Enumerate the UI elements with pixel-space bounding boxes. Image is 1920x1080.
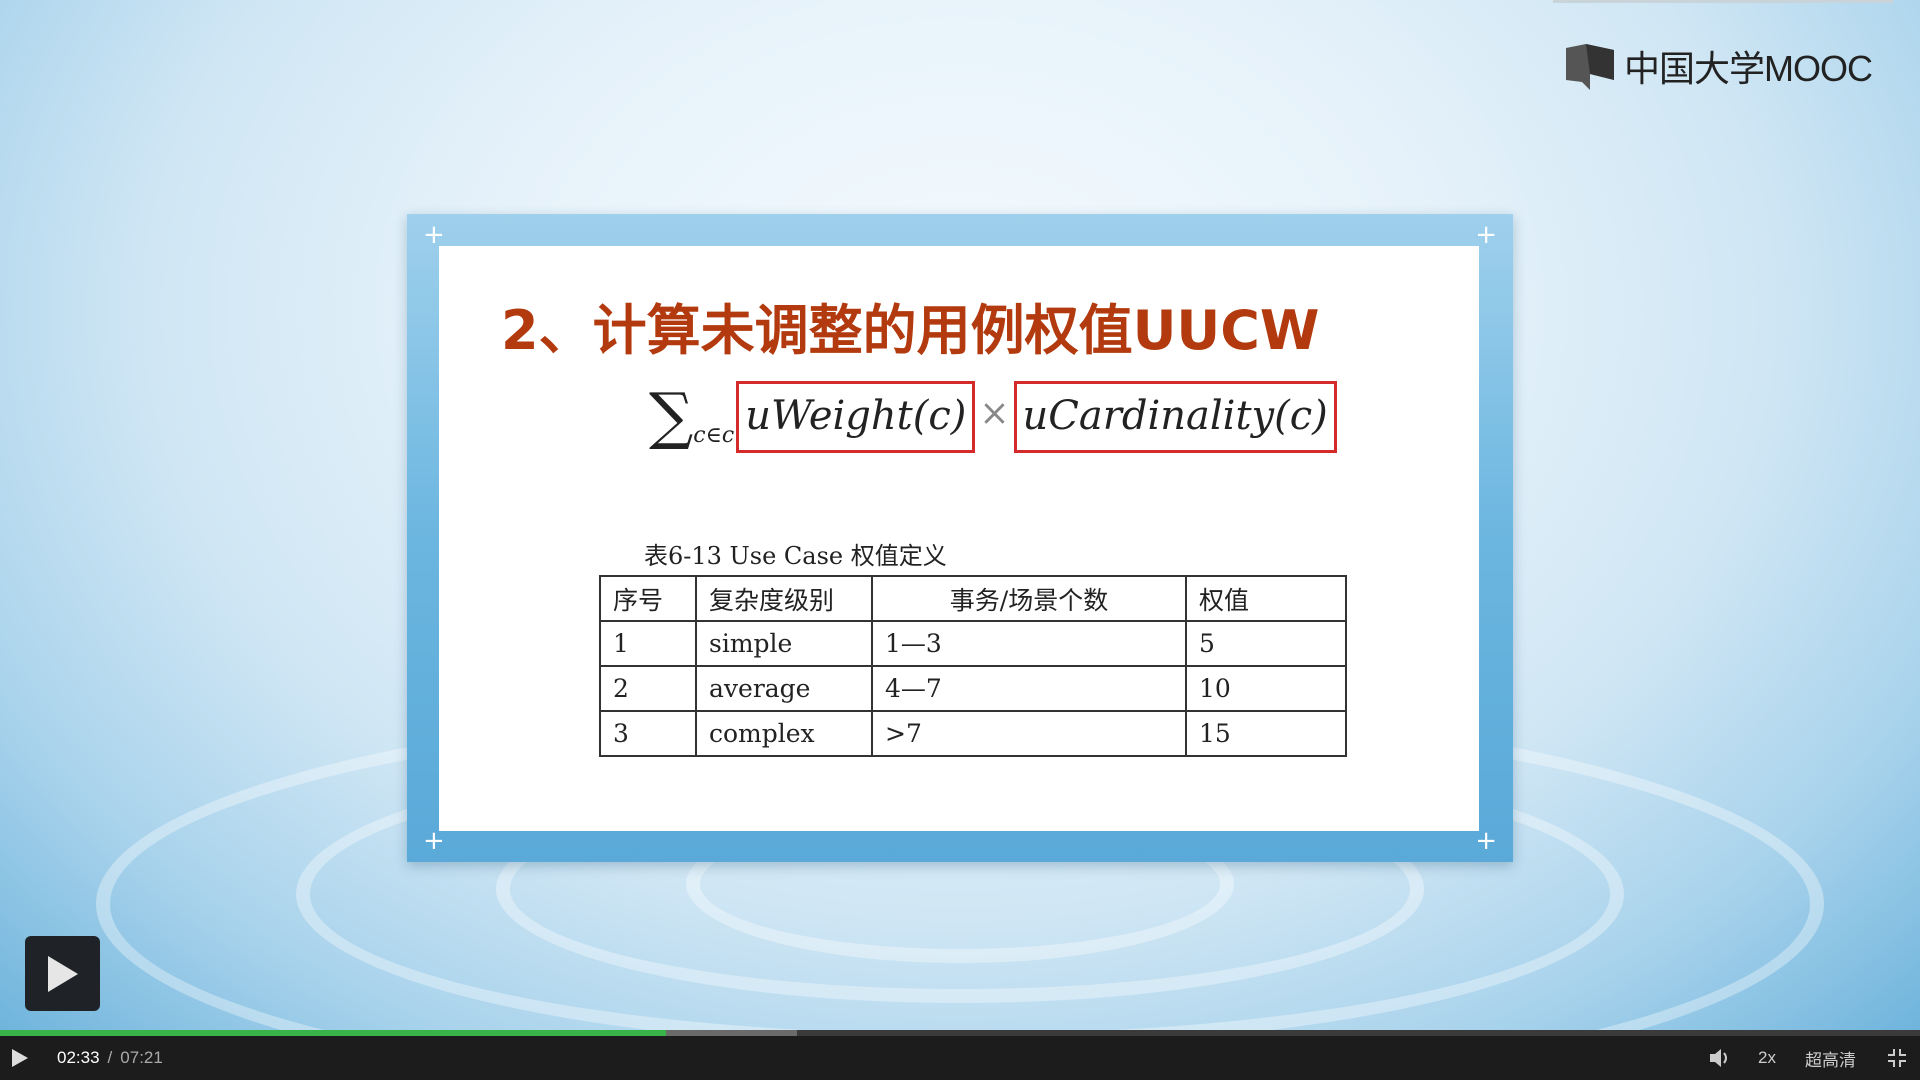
quality-label: 超高清	[1805, 1050, 1856, 1070]
top-strip	[1553, 0, 1893, 3]
header-cell: 事务/场景个数	[871, 575, 1187, 622]
play-button[interactable]	[10, 1036, 30, 1080]
sum-symbol: ∑	[649, 379, 694, 452]
fullscreen-button[interactable]	[1886, 1036, 1908, 1080]
fullscreen-exit-icon	[1888, 1049, 1906, 1067]
mooc-book-logo-icon	[1566, 44, 1614, 90]
table-cell: 1	[599, 620, 697, 667]
table-cell: simple	[695, 620, 873, 667]
header-cell: 权值	[1185, 575, 1347, 622]
table-cell: 4—7	[871, 665, 1187, 712]
table-cell: 5	[1185, 620, 1347, 667]
table-caption: 表6-13 Use Case 权值定义	[644, 542, 947, 570]
volume-button[interactable]	[1708, 1036, 1732, 1080]
video-stage[interactable]: 中国大学MOOC + + + + 2、计算未调整的用例权值UUCW ∑ c∈c …	[0, 0, 1920, 1030]
progress-bar[interactable]	[0, 1030, 1920, 1036]
slide-frame: + + + + 2、计算未调整的用例权值UUCW ∑ c∈c uWeight(c…	[407, 214, 1513, 862]
speed-label: 2x	[1758, 1048, 1776, 1067]
time-separator: /	[107, 1048, 113, 1067]
slide-content: 2、计算未调整的用例权值UUCW ∑ c∈c uWeight(c) × uCar…	[439, 246, 1479, 831]
formula-term-weight: uWeight(c)	[736, 381, 976, 453]
table-cell: 1—3	[871, 620, 1187, 667]
speed-button[interactable]: 2x	[1758, 1036, 1776, 1080]
table-cell: 10	[1185, 665, 1347, 712]
big-play-button[interactable]	[25, 936, 100, 1011]
header-cell: 序号	[599, 575, 697, 622]
big-play-icon	[47, 955, 78, 992]
table-cell: average	[695, 665, 873, 712]
table-cell: 3	[599, 710, 697, 757]
table-row: 2 average 4—7 10	[599, 665, 1347, 712]
player-controls: 02:33 / 07:21 2x 超高清	[0, 1030, 1920, 1080]
play-icon	[12, 1049, 28, 1067]
plus-icon: +	[1475, 826, 1497, 856]
time-display: 02:33 / 07:21	[57, 1036, 163, 1080]
table-header-row: 序号 复杂度级别 事务/场景个数 权值	[599, 575, 1347, 622]
table-cell: 15	[1185, 710, 1347, 757]
volume-icon	[1710, 1049, 1727, 1067]
plus-icon: +	[1475, 220, 1497, 250]
brand-name: 中国大学MOOC	[1624, 48, 1873, 89]
sum-subscript: c∈c	[693, 423, 735, 448]
formula: ∑ c∈c uWeight(c) × uCardinality(c)	[649, 381, 1337, 461]
table-cell: complex	[695, 710, 873, 757]
table-row: 1 simple 1—3 5	[599, 620, 1347, 667]
table-cell: >7	[871, 710, 1187, 757]
table-cell: 2	[599, 665, 697, 712]
plus-icon: +	[423, 220, 445, 250]
mooc-logo: 中国大学MOOC	[1562, 40, 1873, 92]
usecase-weight-table: 序号 复杂度级别 事务/场景个数 权值 1 simple 1—3 5 2 ave…	[599, 575, 1347, 757]
current-time: 02:33	[57, 1048, 100, 1067]
quality-button[interactable]: 超高清	[1805, 1036, 1856, 1080]
header-cell: 复杂度级别	[695, 575, 873, 622]
plus-icon: +	[423, 826, 445, 856]
formula-operator: ×	[979, 393, 1010, 434]
formula-term-cardinality: uCardinality(c)	[1013, 381, 1337, 453]
slide-title: 2、计算未调整的用例权值UUCW	[501, 299, 1320, 362]
table-row: 3 complex >7 15	[599, 710, 1347, 757]
total-time: 07:21	[120, 1048, 163, 1067]
